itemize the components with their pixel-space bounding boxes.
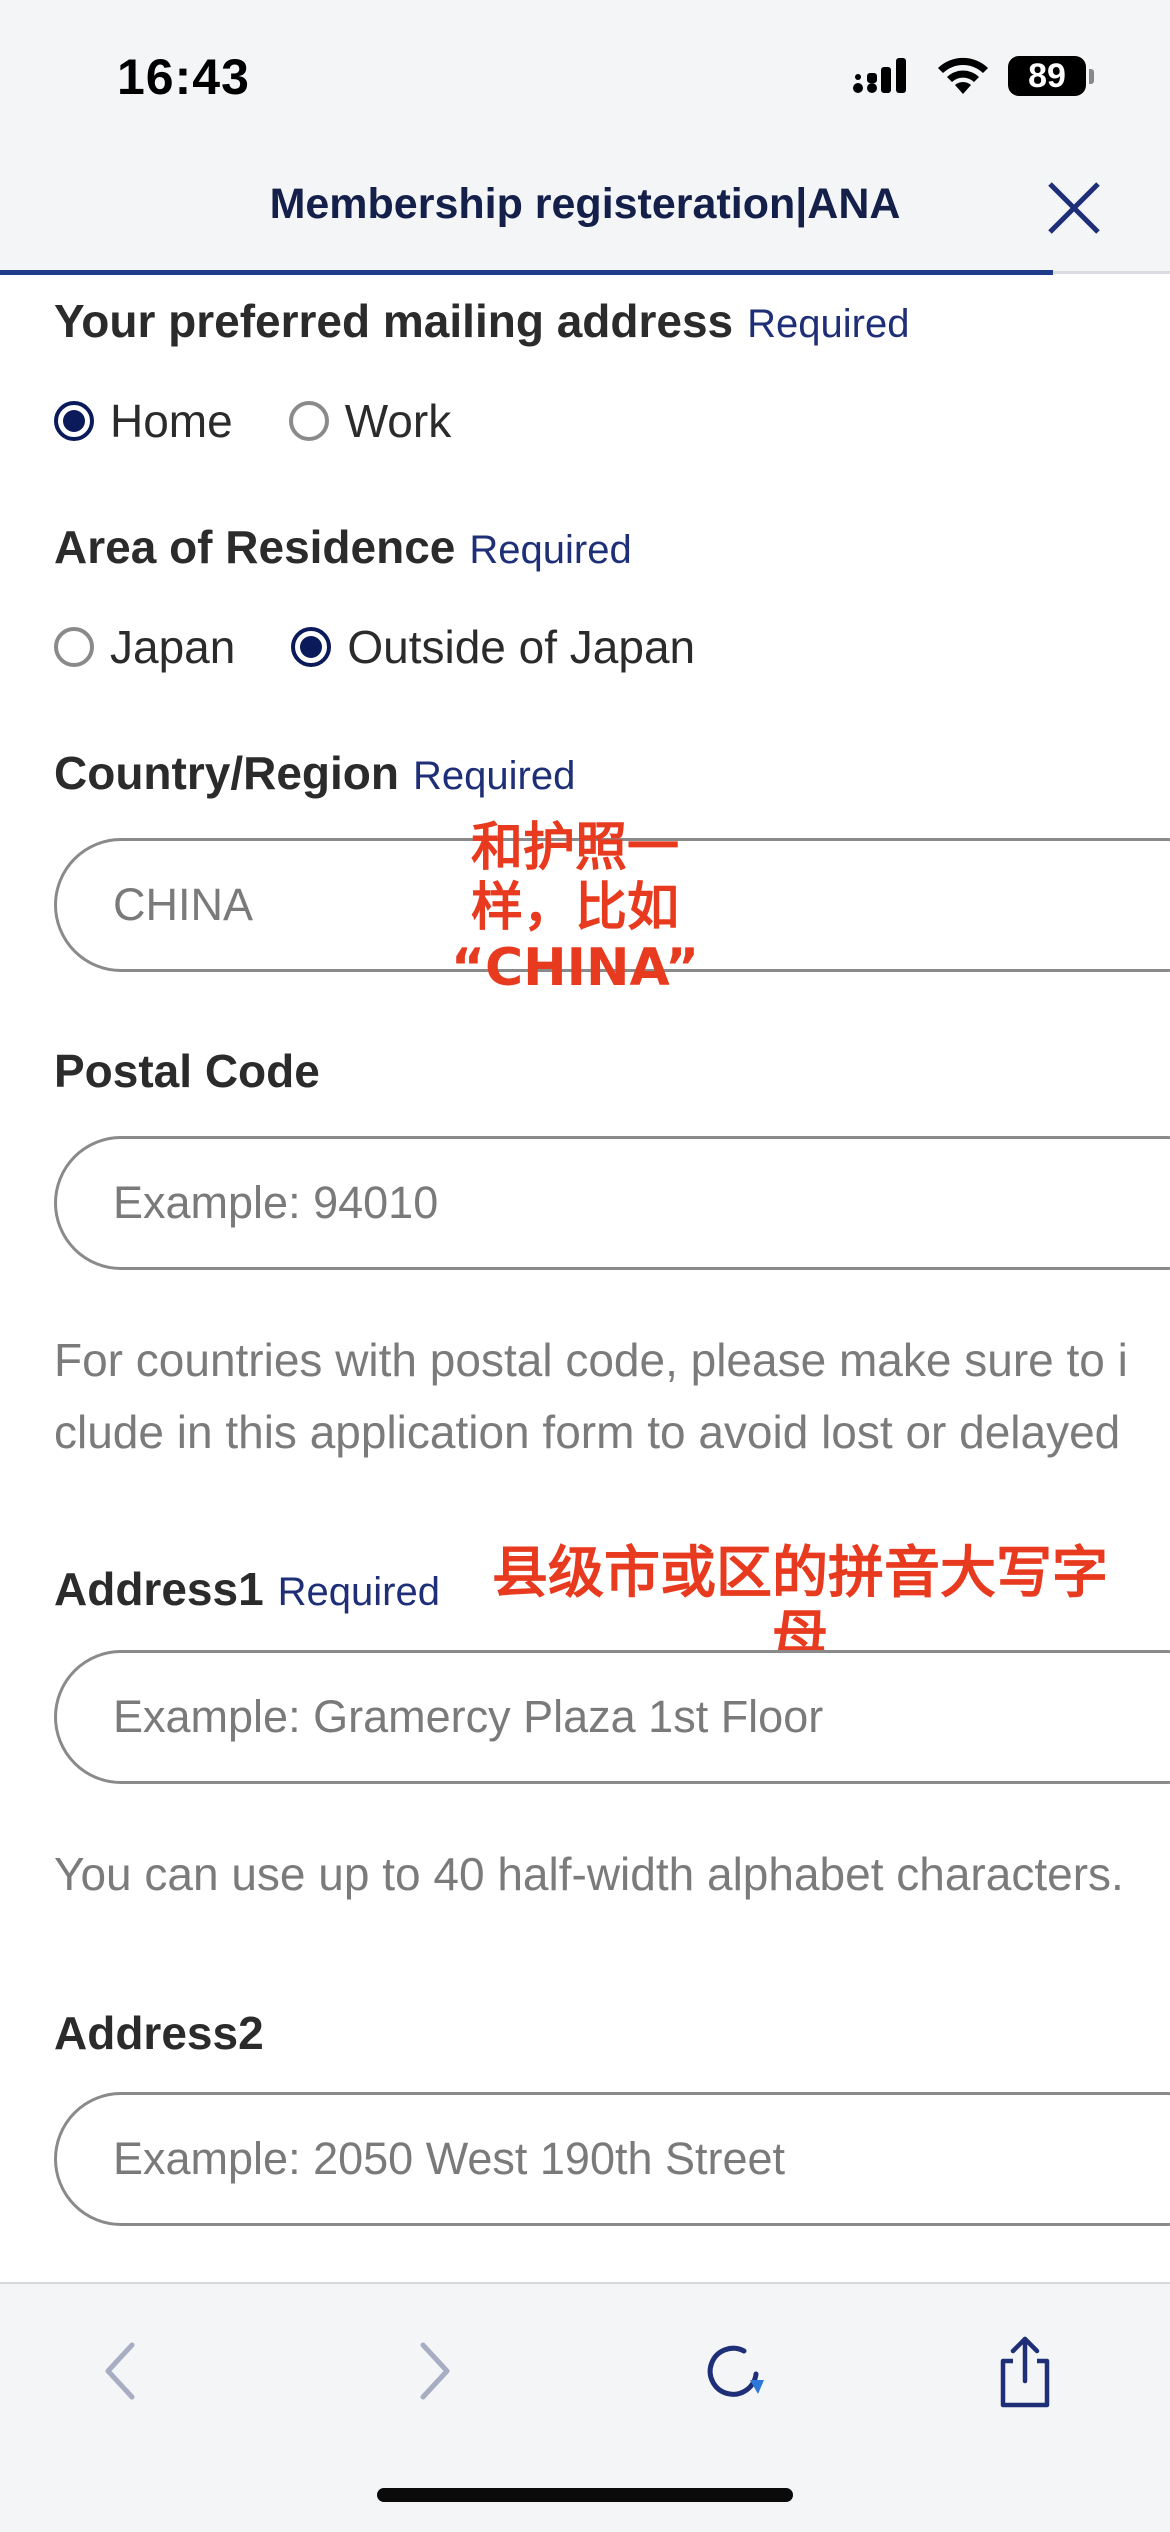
page-header: Membership registeration|ANA [0, 150, 1170, 274]
residence-label-text: Area of Residence [54, 521, 456, 573]
postal-code-label: Postal Code [54, 1045, 320, 1097]
radio-outside-japan-label: Outside of Japan [347, 621, 696, 673]
mailing-address-label: Your preferred mailing address Required [54, 294, 909, 348]
status-time: 16:43 [117, 49, 250, 105]
address1-help: You can use up to 40 half-width alphabet… [54, 1848, 1124, 1900]
radio-work-indicator[interactable] [288, 401, 329, 441]
radio-work[interactable]: Work [288, 394, 452, 448]
country-annotation-line: 和护照一 [470, 818, 679, 878]
required-badge: Required [747, 302, 910, 346]
required-badge: Required [277, 1570, 440, 1614]
country-label: Country/Region Required [54, 746, 575, 800]
postal-code-help-line: clude in this application form to avoid … [54, 1406, 1121, 1458]
country-annotation: 和护照一 样，比如 “CHINA” [420, 818, 730, 998]
reload-icon [707, 2345, 764, 2397]
radio-outside-japan-indicator[interactable] [291, 627, 332, 667]
required-badge: Required [412, 754, 576, 798]
postal-code-help-line: For countries with postal code, please m… [54, 1334, 1128, 1386]
address1-input[interactable] [54, 1650, 1170, 1784]
forward-icon [420, 2342, 450, 2400]
back-icon [105, 2342, 135, 2400]
radio-japan-indicator[interactable] [54, 627, 94, 667]
radio-home[interactable]: Home [54, 394, 233, 448]
address1-label-text: Address1 [54, 1563, 264, 1615]
country-annotation-line: “CHINA” [450, 938, 700, 998]
residence-label: Area of Residence Required [54, 520, 632, 574]
address1-label: Address1 Required [54, 1562, 440, 1616]
mailing-address-radio-group: Home Work [54, 394, 507, 448]
required-badge: Required [469, 528, 632, 572]
residence-radio-group: Japan Outside of Japan [54, 620, 751, 674]
reload-button[interactable] [690, 2326, 780, 2416]
forward-button[interactable] [390, 2326, 480, 2416]
radio-home-label: Home [110, 395, 233, 447]
radio-japan-label: Japan [110, 621, 236, 673]
mailing-address-label-text: Your preferred mailing address [54, 295, 734, 347]
radio-work-label: Work [344, 395, 452, 447]
page-title: Membership registeration|ANA [269, 180, 901, 228]
address2-input[interactable] [54, 2092, 1170, 2226]
wifi-icon [938, 57, 988, 94]
postal-code-help: For countries with postal code, please m… [54, 1324, 1170, 1468]
country-label-text: Country/Region [54, 747, 399, 799]
radio-outside-japan[interactable]: Outside of Japan [291, 620, 695, 674]
address1-annotation-line: 县级市或区的拼音大写字 [492, 1541, 1108, 1606]
home-indicator [377, 2488, 793, 2502]
address2-label: Address2 [54, 2007, 264, 2059]
battery-icon: 89 [1008, 56, 1086, 96]
cellular-signal-icon [853, 58, 906, 93]
radio-japan[interactable]: Japan [54, 620, 235, 674]
status-bar: 16:43 89 [0, 0, 1170, 150]
battery-nub [1089, 69, 1094, 84]
radio-home-indicator[interactable] [54, 401, 94, 441]
share-button[interactable] [980, 2326, 1070, 2416]
country-annotation-line: 样，比如 [470, 878, 679, 938]
back-button[interactable] [75, 2326, 165, 2416]
share-icon [1000, 2336, 1050, 2408]
close-icon[interactable] [1040, 174, 1108, 242]
postal-code-input[interactable] [54, 1136, 1170, 1270]
registration-form: Your preferred mailing address Required H… [0, 274, 1170, 2282]
